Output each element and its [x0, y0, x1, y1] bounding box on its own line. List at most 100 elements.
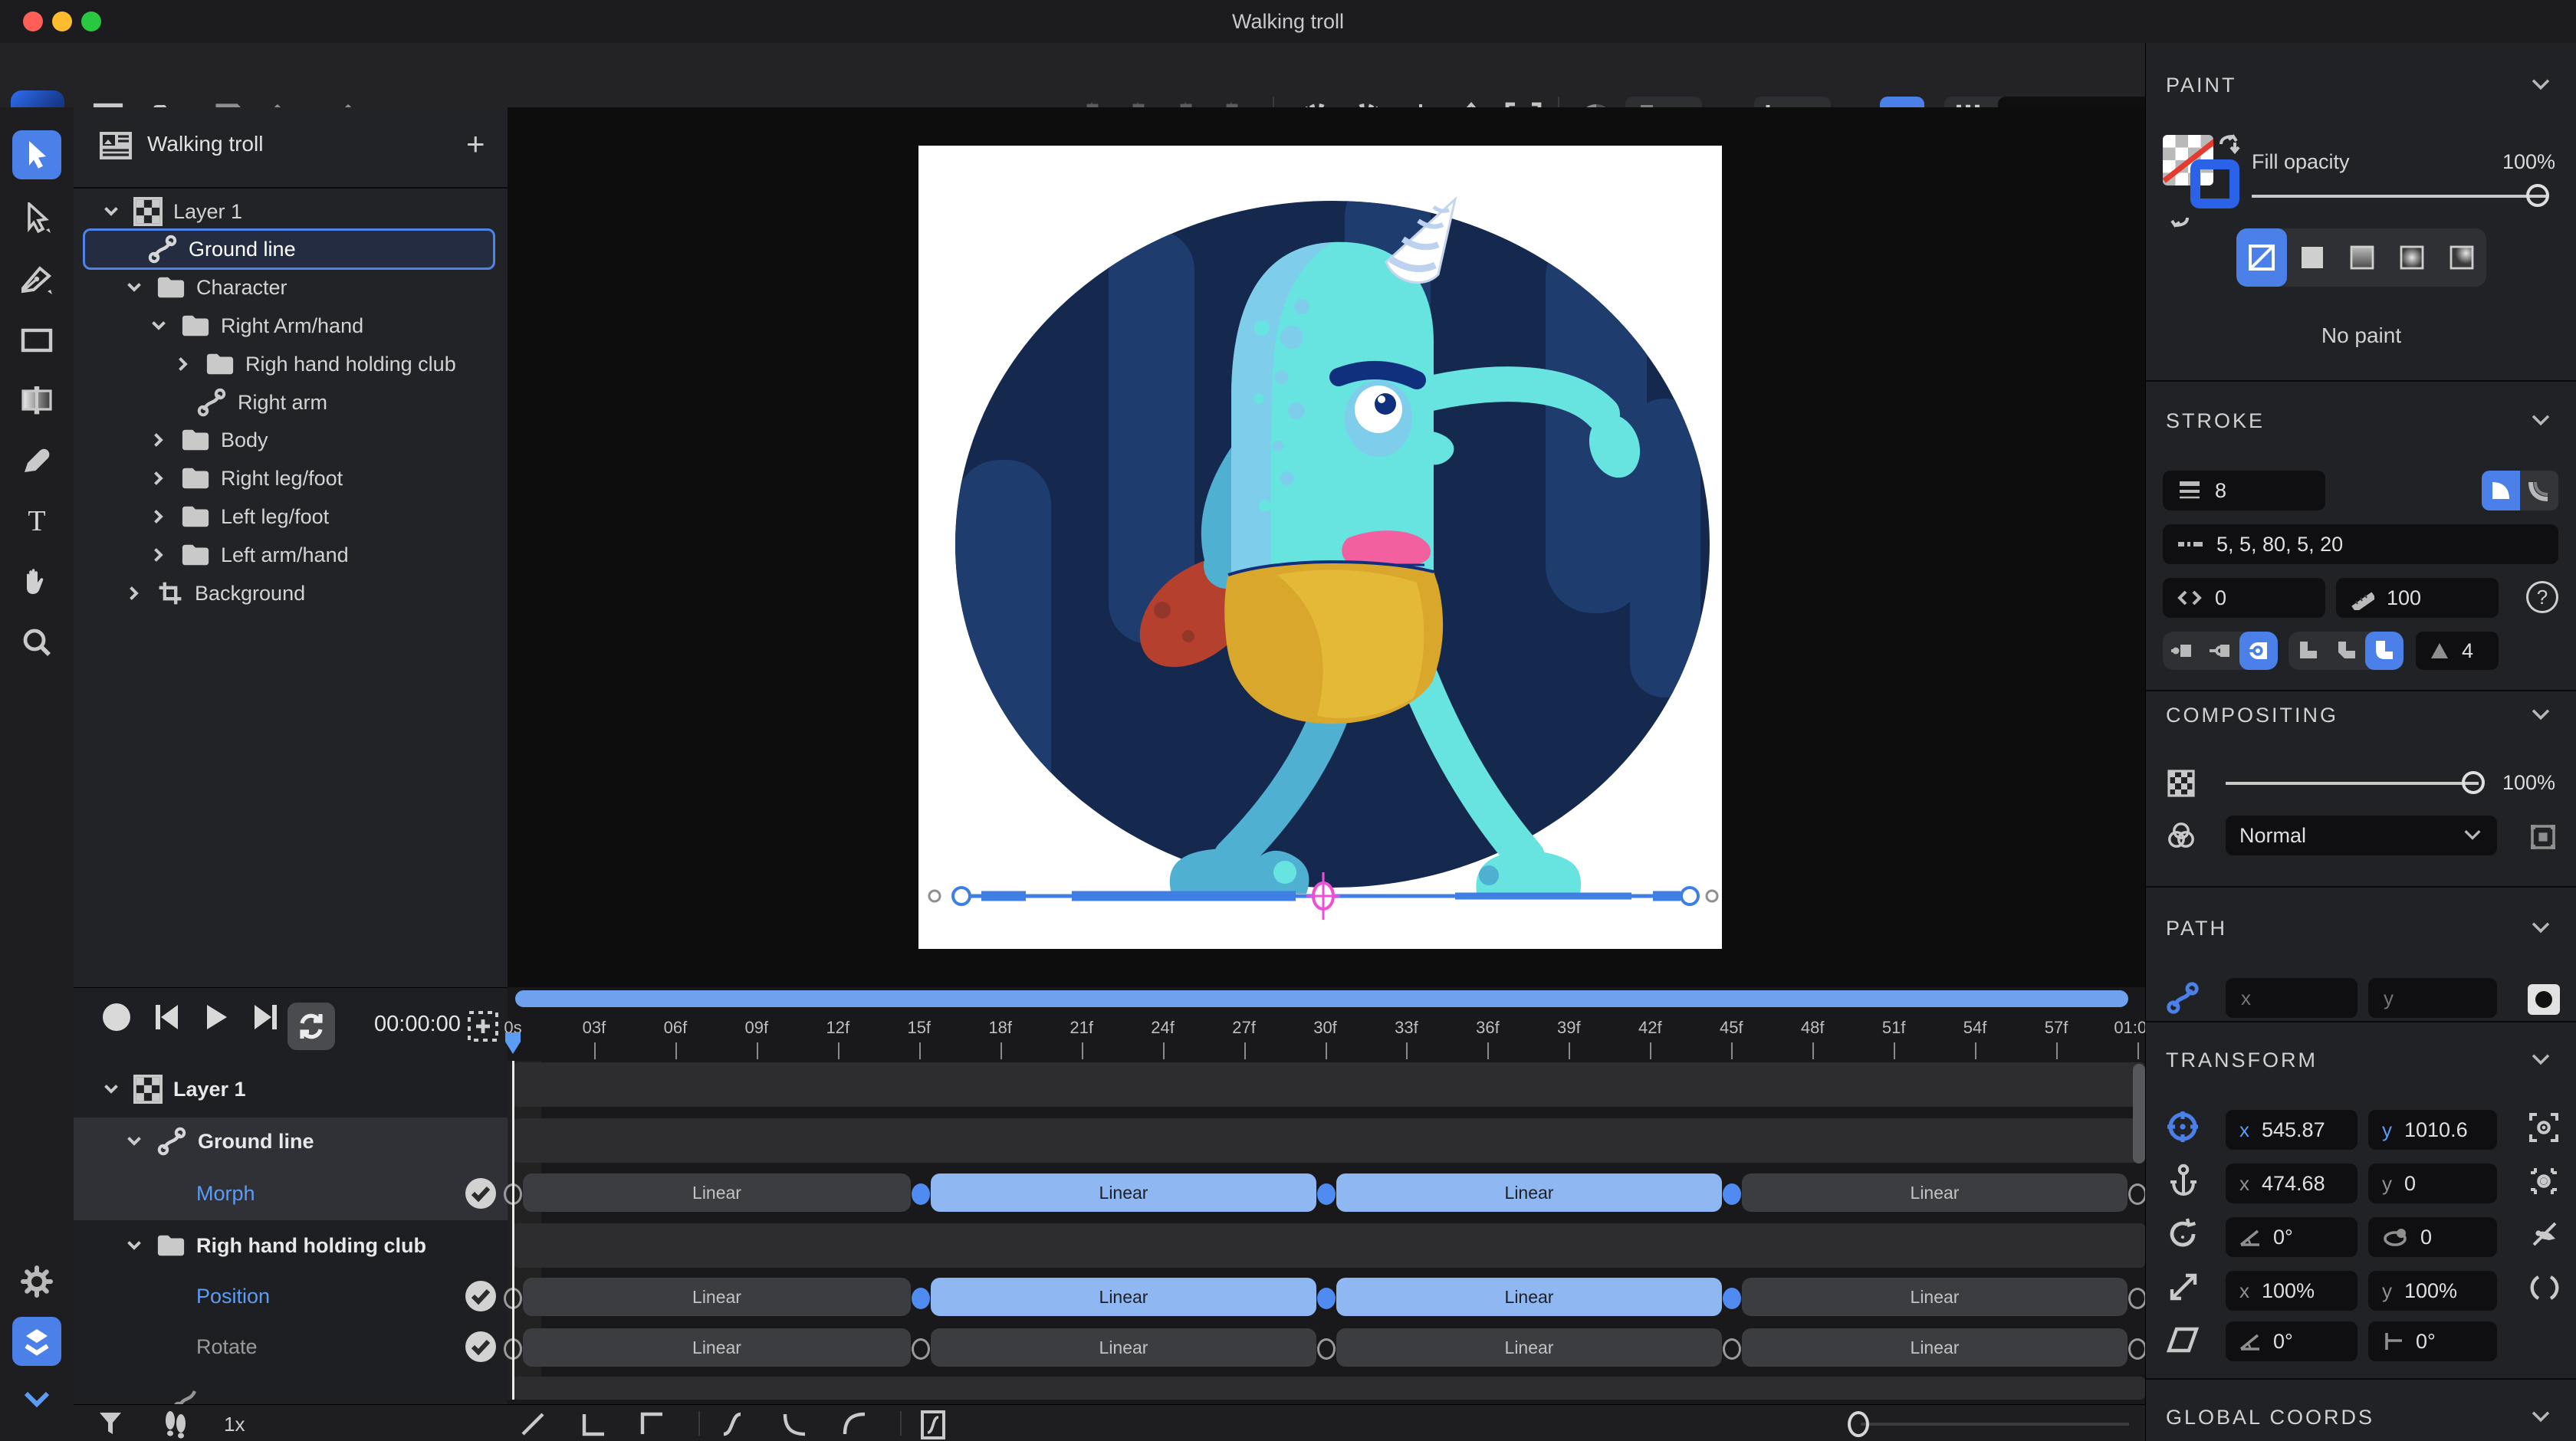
- ease-in-icon[interactable]: [780, 1410, 810, 1439]
- tree-item-body[interactable]: Body: [74, 421, 581, 459]
- tree-item-layer-1[interactable]: Layer 1: [74, 192, 534, 231]
- zoom-tool[interactable]: [12, 618, 61, 667]
- chevron-down-icon[interactable]: [123, 276, 146, 299]
- timeline-zoom-slider[interactable]: [1861, 1423, 2129, 1426]
- path-section-header[interactable]: PATH: [2166, 917, 2227, 940]
- stroke-length-field[interactable]: 100: [2336, 578, 2499, 618]
- paint-radial-gradient-button[interactable]: [2387, 228, 2436, 287]
- stroke-swatch[interactable]: [2190, 159, 2239, 208]
- keyframe[interactable]: [912, 1183, 930, 1205]
- go-to-end-button[interactable]: [250, 1002, 281, 1032]
- help-icon[interactable]: ?: [2526, 581, 2558, 613]
- ease-hold-start-icon[interactable]: [638, 1410, 667, 1439]
- fill-opacity-slider[interactable]: [2252, 195, 2546, 198]
- tree-item-ground-line[interactable]: Ground line: [74, 230, 581, 268]
- chevron-right-icon[interactable]: [147, 505, 170, 528]
- link-scale-icon[interactable]: [2529, 1272, 2560, 1303]
- chevron-down-icon[interactable]: [100, 1078, 123, 1101]
- tree-item-character[interactable]: Character: [74, 268, 557, 307]
- check-circle-icon[interactable]: [465, 1177, 497, 1210]
- tween-segment[interactable]: Linear: [931, 1328, 1316, 1367]
- stroke-brush-button[interactable]: [2520, 471, 2558, 510]
- paint-linear-gradient-button[interactable]: [2337, 228, 2387, 287]
- auto-orient-icon[interactable]: [2529, 1219, 2560, 1249]
- stroke-width-field[interactable]: 8: [2163, 471, 2325, 510]
- keyframe[interactable]: [1317, 1183, 1336, 1205]
- skew-y-field[interactable]: 0°: [2368, 1321, 2497, 1361]
- anchor-y-field[interactable]: y0: [2368, 1164, 2497, 1203]
- direct-select-tool[interactable]: [12, 193, 61, 242]
- tree-item-left-arm-hand[interactable]: Left arm/hand: [74, 536, 581, 574]
- center-anchor-icon[interactable]: [2528, 1165, 2560, 1197]
- timeline-zoom-knob[interactable]: [1848, 1411, 1869, 1437]
- text-tool[interactable]: T: [12, 497, 61, 546]
- layer-opacity-knob[interactable]: [2462, 771, 2485, 794]
- chevron-down-icon[interactable]: [123, 1130, 146, 1153]
- insert-keyframe-button[interactable]: [466, 1009, 500, 1043]
- keyframe[interactable]: [1723, 1338, 1741, 1360]
- selection-tool[interactable]: [12, 130, 61, 179]
- playhead-marker[interactable]: [504, 1032, 521, 1055]
- hand-tool[interactable]: [12, 556, 61, 606]
- chevron-down-icon[interactable]: [2529, 705, 2552, 725]
- path-y-field[interactable]: [2368, 978, 2497, 1018]
- gradient-tool[interactable]: [12, 376, 61, 425]
- tween-segment[interactable]: Linear: [931, 1173, 1316, 1212]
- dash-pattern-field[interactable]: 5, 5, 80, 5, 20: [2163, 524, 2558, 564]
- orientation-field[interactable]: 0: [2368, 1217, 2497, 1257]
- rectangle-tool[interactable]: [12, 316, 61, 365]
- pen-tool[interactable]: [12, 254, 61, 304]
- eyedropper-tool[interactable]: [12, 435, 61, 484]
- scale-x-field[interactable]: x100%: [2226, 1271, 2358, 1311]
- join-miter-button[interactable]: [2288, 632, 2327, 670]
- tween-segment[interactable]: Linear: [523, 1328, 911, 1367]
- rotation-angle-field[interactable]: 0°: [2226, 1217, 2358, 1257]
- path-x-field[interactable]: [2226, 978, 2358, 1018]
- track-stripe-layer-1[interactable]: [514, 1062, 2145, 1107]
- play-button[interactable]: [201, 1002, 232, 1032]
- compositing-section-header[interactable]: COMPOSITING: [2166, 704, 2338, 727]
- center-object-icon[interactable]: [2528, 1111, 2560, 1144]
- miter-limit-field[interactable]: 4: [2416, 632, 2499, 670]
- path-fill-toggle[interactable]: [2528, 984, 2560, 1015]
- playback-speed[interactable]: 1x: [224, 1413, 245, 1436]
- skew-x-field[interactable]: 0°: [2226, 1321, 2358, 1361]
- timeline-row-ground-line[interactable]: Ground line: [74, 1122, 557, 1160]
- tween-segment[interactable]: Linear: [1336, 1278, 1722, 1316]
- layers-panel-button[interactable]: [12, 1317, 61, 1366]
- tween-segment[interactable]: Linear: [1336, 1328, 1722, 1367]
- record-button[interactable]: [101, 1002, 132, 1032]
- ease-linear-icon[interactable]: [518, 1410, 547, 1439]
- timeline-row-layer-1[interactable]: Layer 1: [74, 1070, 534, 1108]
- tween-segment[interactable]: Linear: [931, 1278, 1316, 1316]
- global-coords-section-header[interactable]: GLOBAL COORDS: [2166, 1406, 2374, 1430]
- keyframe[interactable]: [912, 1288, 930, 1309]
- chevron-right-icon[interactable]: [123, 582, 146, 605]
- chevron-right-icon[interactable]: [172, 353, 195, 376]
- tree-item-background[interactable]: Background: [74, 574, 557, 612]
- check-circle-icon[interactable]: [465, 1331, 497, 1363]
- ease-out-icon[interactable]: [840, 1410, 869, 1439]
- position-x-field[interactable]: x545.87: [2226, 1110, 2358, 1150]
- position-y-field[interactable]: y1010.6: [2368, 1110, 2497, 1150]
- keyframe[interactable]: [1723, 1183, 1741, 1205]
- cap-butt-button[interactable]: [2163, 632, 2201, 670]
- ease-in-out-icon[interactable]: [718, 1410, 747, 1439]
- chevron-down-icon[interactable]: [2529, 1050, 2552, 1070]
- chevron-down-icon[interactable]: [2529, 75, 2552, 95]
- dash-offset-field[interactable]: 0: [2163, 578, 2325, 618]
- swap-fill-stroke-icon[interactable]: [2216, 133, 2242, 159]
- paint-none-button[interactable]: [2236, 228, 2287, 287]
- cap-projecting-button[interactable]: [2239, 632, 2278, 670]
- tween-segment[interactable]: Linear: [523, 1278, 911, 1316]
- footprints-icon[interactable]: [159, 1410, 190, 1439]
- stage-canvas[interactable]: [918, 146, 1722, 949]
- path-y-input[interactable]: [2382, 986, 2462, 1011]
- swap-stroke-fill-icon[interactable]: [2166, 202, 2192, 228]
- chevron-down-icon[interactable]: [147, 314, 170, 337]
- settings-button[interactable]: [12, 1257, 61, 1306]
- chevron-down-icon[interactable]: [100, 200, 123, 223]
- chevron-right-icon[interactable]: [147, 428, 170, 451]
- join-round-button[interactable]: [2365, 632, 2404, 670]
- track-stripe-club[interactable]: [514, 1223, 2145, 1268]
